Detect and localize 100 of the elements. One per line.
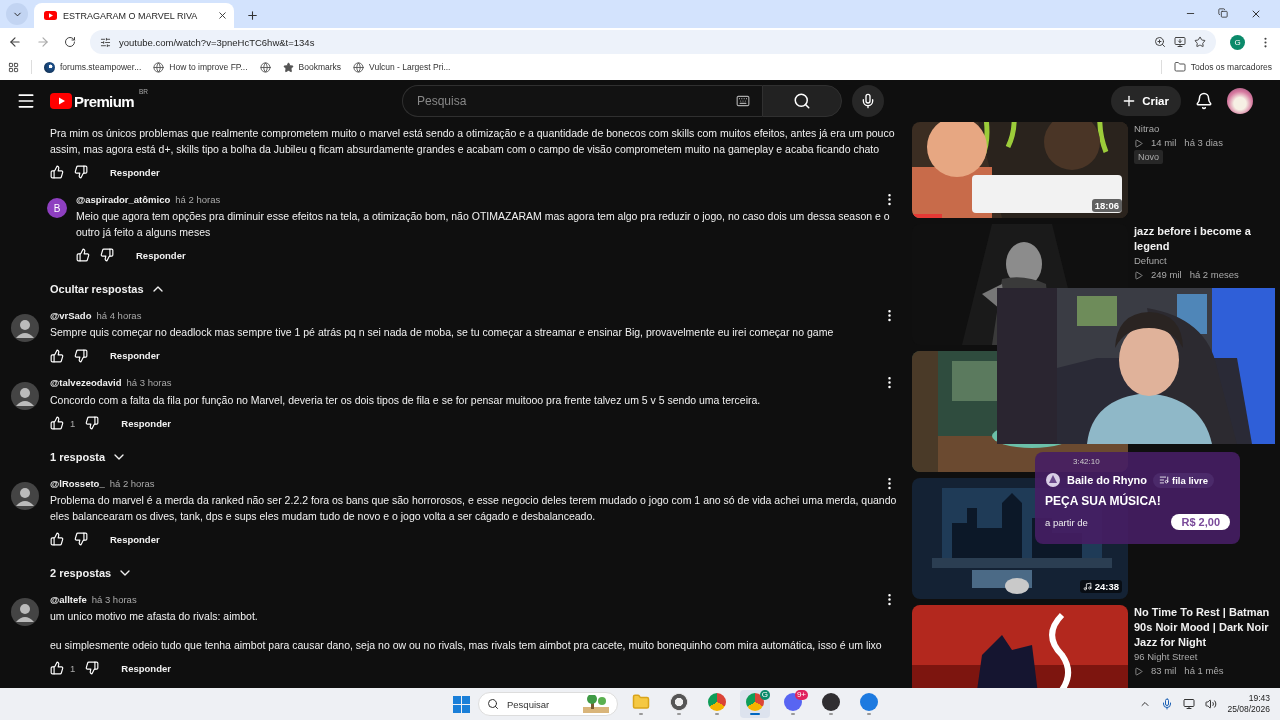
search-field[interactable]: Pesquisar [505, 697, 577, 711]
comment-time: há 3 horas [126, 377, 172, 388]
dislike-icon[interactable] [85, 661, 100, 675]
view-count: 83 mil [1151, 664, 1177, 678]
channel-name: Defunct [1134, 254, 1168, 268]
like-icon[interactable] [50, 532, 64, 546]
bookmark[interactable]: Vulcun - Largest Pri... [353, 61, 451, 73]
channel-name: Nitrao [1134, 122, 1161, 136]
like-count: 1 [70, 662, 76, 674]
dislike-icon[interactable] [85, 416, 100, 430]
app-badge: 9+ [794, 690, 808, 700]
close-icon[interactable] [217, 10, 228, 21]
reply-button[interactable]: Responder [115, 413, 177, 433]
comment-author[interactable]: @vrSado [50, 309, 92, 321]
app-icon [708, 693, 726, 711]
avatar [11, 598, 39, 626]
folder-icon [1173, 61, 1186, 73]
dislike-icon[interactable] [74, 532, 88, 546]
logo-text: Premium [74, 92, 134, 110]
comment-author[interactable]: @lRosseto_ [50, 477, 105, 489]
all-bookmarks[interactable]: Todos os marcadores [1173, 61, 1272, 73]
clock[interactable]: 19:43 25/08/2026 [1227, 693, 1270, 715]
keyboard-icon[interactable] [736, 94, 750, 108]
like-icon[interactable] [50, 661, 64, 675]
avatar[interactable] [1227, 88, 1253, 114]
comment-author[interactable]: @aspirador_atômico [76, 193, 171, 205]
taskbar-app[interactable]: G [740, 690, 770, 718]
back-icon[interactable] [8, 35, 22, 49]
headline: PEÇA SUA MÚSICA! [1045, 494, 1162, 508]
taskbar-search-bar[interactable]: Pesquisar [478, 692, 618, 716]
queue-status: fila livre [1153, 472, 1214, 488]
comment-text: Problema do marvel é a merda da ranked não ser 2.2.2 fora os bans que são horrorosos, e esse negocio deles terem mudado o jogo com 1 ano só de vida achei uma merda, quando eles balancearam os dives, tank, dps e sups eles mudam tudo de novo e o jogo volta a ser cágado e desbalanceado. [50, 493, 897, 524]
browser-tab[interactable]: ESTRAGARAM O MARVEL RIVA [34, 3, 234, 28]
taskbar-app[interactable]: 9+ [778, 690, 808, 718]
dislike-icon[interactable] [74, 348, 88, 363]
reply-button[interactable]: Responder [115, 658, 177, 678]
close-icon[interactable] [1250, 8, 1262, 20]
play-icon [1134, 138, 1143, 148]
like-icon[interactable] [76, 248, 90, 262]
stream-timer: 3:42:10 [1073, 457, 1101, 466]
video-title: jazz before i become a legend [1134, 224, 1252, 254]
like-icon[interactable] [50, 348, 64, 363]
reply-button[interactable]: Responder [104, 529, 166, 549]
start-icon[interactable] [453, 695, 470, 713]
channel-name: Baile do Rhyno [1067, 474, 1148, 486]
mic-button[interactable] [852, 85, 884, 117]
app-icon [670, 693, 688, 711]
comment-time: há 4 horas [96, 309, 142, 321]
bookmark[interactable]: How to improve FP... [153, 61, 248, 73]
reply-button[interactable]: Responder [104, 162, 166, 182]
bookmark-label: Bookmarks [298, 62, 342, 72]
replies-toggle[interactable]: Ocultar respostas [50, 275, 166, 302]
bookmark-label: Todos os marcadores [1190, 62, 1272, 72]
like-icon[interactable] [50, 416, 64, 430]
video-age: há 1 mês [1184, 664, 1224, 678]
search-field[interactable]: Pesquisa [415, 93, 736, 109]
emblem-icon [1045, 472, 1061, 488]
like-count: 1 [70, 417, 76, 429]
globe-icon [259, 61, 271, 73]
network-icon[interactable] [1183, 698, 1196, 710]
create-button[interactable]: Criar [1111, 86, 1181, 116]
avatar: B [47, 198, 67, 218]
price-label: a partir de [1045, 516, 1088, 528]
mic-icon[interactable] [1161, 698, 1174, 710]
apps-icon[interactable] [8, 61, 19, 73]
comment-author[interactable]: @alltefe [50, 593, 87, 605]
zoom-icon[interactable] [1154, 36, 1166, 48]
bookmark[interactable]: Bookmarks [282, 61, 342, 73]
video-duration: 18:06 [1091, 199, 1122, 212]
comment-author[interactable]: @talvezeodavid [50, 377, 122, 388]
replies-toggle[interactable]: 2 respostas [50, 559, 134, 586]
reply-button[interactable]: Responder [130, 245, 192, 265]
bell-icon[interactable] [1195, 92, 1213, 110]
restore-icon[interactable] [1218, 8, 1228, 18]
reload-icon[interactable] [64, 36, 76, 48]
dislike-icon[interactable] [100, 248, 114, 262]
new-tab-icon[interactable] [246, 9, 259, 22]
star-icon[interactable] [1194, 36, 1206, 48]
play-logo-icon [50, 93, 72, 109]
search-icon [793, 92, 811, 110]
replies-toggle[interactable]: 1 resposta [50, 443, 128, 470]
dislike-icon[interactable] [74, 165, 88, 179]
video-title: No Time To Rest | Batman 90s Noir Mood | Dark Noir Jazz for Night [1134, 605, 1271, 650]
profile-avatar[interactable]: G [1230, 34, 1245, 50]
address-bar[interactable]: youtube.com/watch?v=3pneHcTC6hw&t=134s [90, 30, 1216, 54]
bookmark[interactable]: forums.steampower... [44, 61, 142, 73]
bookmark-label: How to improve FP... [169, 62, 248, 72]
avatar [11, 482, 39, 510]
reply-button[interactable]: Responder [104, 346, 166, 365]
menu-icon[interactable] [16, 91, 36, 111]
search-button[interactable] [762, 85, 842, 117]
price: R$ 2,00 [1171, 514, 1230, 530]
volume-icon[interactable] [1205, 698, 1218, 710]
comment-text: Pra mim os únicos problemas que realmente comprometem muito o marvel está sendo a otimização e a quantidade de bonecos com skills com muitos efeitos, antes já era um pouco assim, mas agora está d+, skills tipo a bolha da Jubileu q ficam absurdamente grandes e acabam com o campo de visão comprometem muito na gameplay e acaba ficando chato [50, 126, 896, 157]
like-icon[interactable] [50, 165, 64, 179]
install-icon[interactable] [1174, 36, 1186, 48]
search-icon [487, 698, 499, 710]
mic-icon [860, 93, 876, 109]
channel-name: 96 Night Street [1134, 650, 1199, 664]
search-bar[interactable]: Pesquisa [402, 85, 762, 117]
